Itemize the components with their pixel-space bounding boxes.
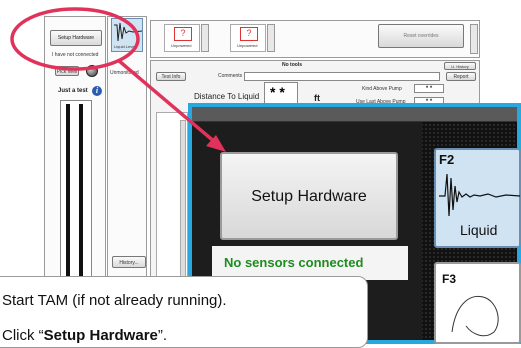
instruction-step-2-bold: Setup Hardware bbox=[43, 327, 158, 344]
chart-scrollbar[interactable] bbox=[180, 120, 186, 280]
zoom-status-panel: No sensors connected bbox=[212, 246, 408, 280]
reset-overrides-button[interactable]: Reset overrides bbox=[378, 24, 464, 48]
report-label: Report bbox=[453, 74, 469, 80]
main-tab-title: No tools bbox=[282, 62, 302, 68]
kind-above-pump-field[interactable]: * * bbox=[414, 84, 444, 93]
zoom-setup-hardware-button[interactable]: Setup Hardware bbox=[220, 152, 398, 240]
unmonitored-button[interactable]: Unmonitored bbox=[110, 70, 144, 76]
info-icon[interactable]: i bbox=[92, 86, 102, 96]
instruction-step-1: Start TAM (if not already running). bbox=[2, 292, 227, 309]
history-button[interactable]: History... bbox=[112, 256, 146, 268]
setup-hardware-label: Setup Hardware bbox=[57, 35, 95, 41]
zoom-f3-tile[interactable]: F3 bbox=[434, 262, 521, 344]
top-strip-scroll[interactable] bbox=[470, 24, 478, 54]
reset-overrides-label: Reset overrides bbox=[403, 33, 439, 39]
unpowered-label-1: Unpowered bbox=[171, 43, 192, 48]
instruction-step-2-suffix: ”. bbox=[157, 327, 168, 344]
report-button[interactable]: Report bbox=[446, 72, 476, 81]
level-bar-left bbox=[66, 104, 70, 290]
setup-hardware-button[interactable]: Setup Hardware bbox=[50, 30, 102, 46]
instruction-step-2-prefix: Click “ bbox=[2, 327, 44, 344]
instruction-step-2: Click “Setup Hardware”. bbox=[2, 327, 167, 345]
liquid-level-tab[interactable]: Liquid Level bbox=[111, 18, 143, 52]
f2-waveform-icon bbox=[439, 173, 521, 217]
just-a-test-label: Just a test bbox=[58, 88, 88, 94]
connection-status-text: I have not connected bbox=[52, 52, 99, 58]
zoom-no-sensors-status: No sensors connected bbox=[224, 255, 364, 270]
wave-icon bbox=[114, 22, 143, 42]
liquid-level-tab-label: Liquid Level bbox=[114, 44, 136, 49]
comments-label: Comments bbox=[218, 73, 243, 79]
history-button-label: History... bbox=[119, 260, 139, 266]
u-history-label: U. History bbox=[451, 64, 469, 69]
f2-caption: Liquid bbox=[460, 222, 498, 238]
top-box-1-tab[interactable] bbox=[201, 24, 209, 52]
top-box-2-tab[interactable] bbox=[267, 24, 275, 52]
unpowered-indicator-2: ? bbox=[240, 27, 258, 41]
test-info-label: Test Info bbox=[161, 74, 181, 80]
comments-field[interactable] bbox=[244, 72, 440, 81]
u-history-button[interactable]: U. History bbox=[444, 62, 476, 70]
kind-above-pump-value: * * bbox=[425, 86, 433, 92]
distance-to-liquid-label: Distance To Liquid bbox=[194, 92, 260, 101]
level-gauge bbox=[60, 100, 92, 290]
kind-above-pump-label: Kind Above Pump bbox=[362, 86, 402, 92]
distance-value: * * bbox=[270, 84, 285, 100]
record-knob-icon[interactable] bbox=[86, 65, 98, 77]
zoom-f2-tile[interactable]: F2 Liquid bbox=[434, 148, 521, 248]
pick-well-label: Pick Well bbox=[56, 69, 78, 75]
pick-well-button[interactable]: Pick Well bbox=[55, 66, 79, 76]
top-box-2: ? Unpowered bbox=[230, 24, 266, 52]
f3-curve-icon bbox=[451, 295, 499, 337]
unpowered-label-2: Unpowered bbox=[237, 43, 258, 48]
channel-column bbox=[107, 16, 147, 291]
zoom-top-bar bbox=[192, 107, 517, 122]
f2-label: F2 bbox=[439, 152, 455, 167]
level-bar-right bbox=[79, 104, 83, 290]
unpowered-indicator-1: ? bbox=[174, 27, 192, 41]
zoom-setup-hardware-label: Setup Hardware bbox=[251, 188, 367, 205]
top-box-1: ? Unpowered bbox=[164, 24, 200, 52]
distance-unit: ft bbox=[314, 93, 320, 103]
test-info-button[interactable]: Test Info bbox=[156, 72, 186, 81]
